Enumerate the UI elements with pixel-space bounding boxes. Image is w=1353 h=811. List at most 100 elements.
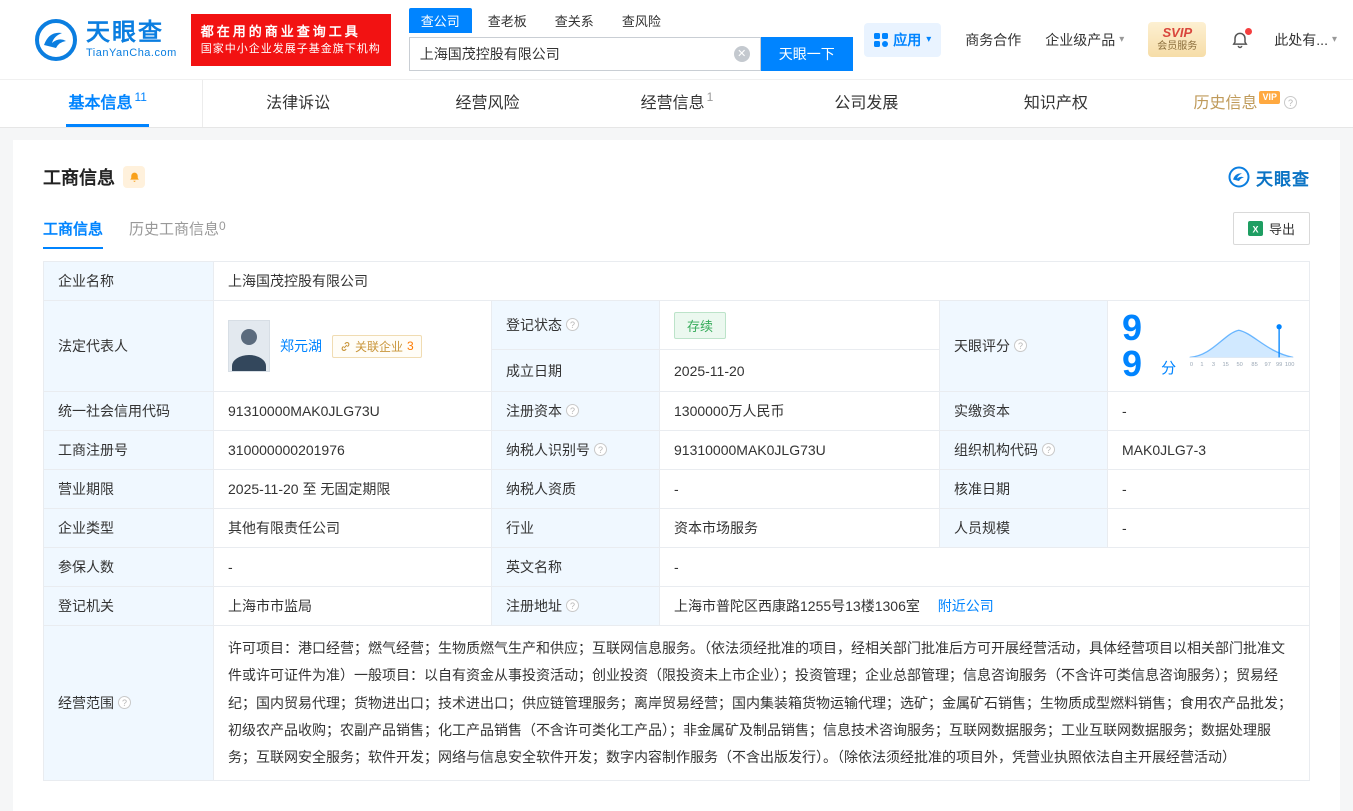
notifications-bell[interactable] xyxy=(1230,27,1253,50)
export-label: 导出 xyxy=(1268,222,1295,237)
tab-count: 1 xyxy=(706,90,714,104)
table-row: 法定代表人 郑元湖 关联企业 3 登记状态 ? 存续 天眼评分 ? 99 分 0… xyxy=(43,299,1310,392)
chevron-down-icon: ▾ xyxy=(926,34,932,45)
help-icon[interactable]: ? xyxy=(118,696,131,710)
tab-count: 11 xyxy=(134,90,147,104)
search-tab-boss[interactable]: 查老板 xyxy=(476,8,539,33)
label-text: 天眼评分 xyxy=(954,338,1010,354)
help-icon[interactable]: ? xyxy=(566,318,579,332)
nav-biz-cooperation[interactable]: 商务合作 xyxy=(965,30,1021,50)
subscribe-bell-button[interactable] xyxy=(123,166,145,188)
search-tabs: 查公司 查老板 查关系 查风险 xyxy=(408,8,853,33)
legal-rep-name-link[interactable]: 郑元湖 xyxy=(280,336,322,356)
label-text: 注册地址 xyxy=(506,598,562,614)
reg-number-value: 310000000201976 xyxy=(213,430,492,470)
tianyancha-logo-icon xyxy=(1228,166,1250,188)
tab-label: 历史信息 xyxy=(1193,95,1258,112)
establish-date-label: 成立日期 xyxy=(491,349,660,392)
search-tab-relation[interactable]: 查关系 xyxy=(543,8,606,33)
industry-label: 行业 xyxy=(491,508,660,548)
tianyancha-logo[interactable]: 天眼查 TianYanCha.com xyxy=(34,18,177,62)
taxpayer-quality-value: - xyxy=(659,469,940,509)
tab-label: 经营信息 xyxy=(640,95,705,112)
svip-badge: SVIP xyxy=(1162,25,1193,41)
search-row: ✕ 天眼一下 xyxy=(408,37,853,71)
nav-enterprise-product[interactable]: 企业级产品 ▾ xyxy=(1045,30,1124,50)
legal-rep-label: 法定代表人 xyxy=(43,300,214,392)
chevron-down-icon: ▾ xyxy=(1331,34,1337,45)
subtab-business-info[interactable]: 工商信息 xyxy=(43,218,104,249)
subtab-row: 工商信息 历史工商信息0 X 导出 xyxy=(43,212,1310,249)
top-nav-right: 应用 ▾ 商务合作 企业级产品 ▾ SVIP 会员服务 此处有... ▾ xyxy=(864,22,1337,57)
subtab-label: 历史工商信息 xyxy=(129,221,220,238)
tab-label: 基本信息 xyxy=(68,95,133,112)
clear-search-icon[interactable]: ✕ xyxy=(733,46,750,62)
reg-capital-label: 注册资本? xyxy=(491,391,660,431)
label-text: 注册资本 xyxy=(506,403,562,419)
reg-capital-value: 1300000万人民币 xyxy=(659,391,940,431)
reg-authority-value: 上海市市监局 xyxy=(213,586,492,626)
tab-operation-info[interactable]: 经营信息 1 xyxy=(582,80,771,127)
help-icon[interactable]: ? xyxy=(1042,443,1055,456)
svg-text:99: 99 xyxy=(1276,362,1282,368)
table-row: 统一社会信用代码 91310000MAK0JLG73U 注册资本? 130000… xyxy=(43,391,1310,431)
help-icon[interactable]: ? xyxy=(594,443,607,456)
score-marker-dot xyxy=(1276,324,1282,330)
card-header: 工商信息 天眼查 xyxy=(43,164,1310,190)
link-icon xyxy=(341,341,350,351)
status-badge: 存续 xyxy=(674,311,727,339)
tab-label: 公司发展 xyxy=(834,95,899,112)
svg-text:100: 100 xyxy=(1285,362,1295,368)
help-icon[interactable]: ? xyxy=(1284,96,1297,109)
svg-text:3: 3 xyxy=(1212,362,1215,368)
enterprise-product-label: 企业级产品 xyxy=(1045,31,1116,48)
user-account-menu[interactable]: 此处有... ▾ xyxy=(1274,30,1337,50)
related-companies-tag[interactable]: 关联企业 3 xyxy=(332,334,422,358)
svg-text:97: 97 xyxy=(1265,362,1271,368)
subtab-count: 0 xyxy=(219,219,226,233)
related-companies-count: 3 xyxy=(407,339,414,353)
help-icon[interactable]: ? xyxy=(1014,339,1027,352)
svip-membership[interactable]: SVIP 会员服务 xyxy=(1148,22,1207,57)
vip-tag: VIP xyxy=(1259,91,1280,104)
export-button[interactable]: X 导出 xyxy=(1232,212,1310,245)
tab-legal-litigation[interactable]: 法律诉讼 xyxy=(203,80,392,127)
nearby-companies-link[interactable]: 附近公司 xyxy=(938,598,994,614)
help-icon[interactable]: ? xyxy=(566,404,579,417)
search-button[interactable]: 天眼一下 xyxy=(760,37,853,71)
score-unit: 分 xyxy=(1161,360,1177,377)
english-name-value: - xyxy=(659,547,1310,587)
reg-address-label: 注册地址? xyxy=(491,586,660,626)
subtab-history-business-info[interactable]: 历史工商信息0 xyxy=(129,218,226,249)
tab-history-info[interactable]: 历史信息 VIP? xyxy=(1151,80,1340,127)
slogan-banner: 都在用的商业查询工具 国家中小企业发展子基金旗下机构 xyxy=(190,13,391,66)
logo-cn: 天眼查 xyxy=(86,19,164,47)
search-box: ✕ xyxy=(408,37,761,71)
tab-basic-info[interactable]: 基本信息 11 xyxy=(13,80,204,127)
search-input[interactable] xyxy=(419,46,734,62)
staff-size-value: - xyxy=(1107,508,1310,548)
table-row: 经营范围? 许可项目：港口经营；燃气经营；生物质燃气生产和供应；互联网信息服务。… xyxy=(43,624,1310,782)
english-name-label: 英文名称 xyxy=(491,547,660,587)
tab-company-development[interactable]: 公司发展 xyxy=(772,80,961,127)
tab-operation-risk[interactable]: 经营风险 xyxy=(393,80,582,127)
tab-intellectual-property[interactable]: 知识产权 xyxy=(961,80,1150,127)
tab-label: 法律诉讼 xyxy=(266,95,331,112)
company-section-tabs: 基本信息 11 法律诉讼 经营风险 经营信息 1 公司发展 知识产权 历史信息 VIP… xyxy=(0,80,1353,128)
table-row: 营业期限 2025-11-20 至 无固定期限 纳税人资质 - 核准日期 - xyxy=(43,469,1310,509)
taxpayer-id-label: 纳税人识别号? xyxy=(491,430,660,470)
legal-rep-photo[interactable] xyxy=(228,320,270,372)
credit-code-label: 统一社会信用代码 xyxy=(43,391,214,431)
svg-text:0: 0 xyxy=(1190,362,1193,368)
company-type-value: 其他有限责任公司 xyxy=(213,508,492,548)
apps-label: 应用 xyxy=(893,31,922,48)
user-name: 此处有... xyxy=(1274,31,1328,48)
approval-date-value: - xyxy=(1107,469,1310,509)
table-row: 工商注册号 310000000201976 纳税人识别号? 91310000MA… xyxy=(43,430,1310,470)
watermark-logo-text: 天眼查 xyxy=(1256,169,1310,189)
search-tab-risk[interactable]: 查风险 xyxy=(610,8,673,33)
help-icon[interactable]: ? xyxy=(566,599,579,612)
org-code-value: MAK0JLG7-3 xyxy=(1107,430,1310,470)
search-tab-company[interactable]: 查公司 xyxy=(408,8,472,33)
apps-menu[interactable]: 应用 ▾ xyxy=(864,22,942,57)
